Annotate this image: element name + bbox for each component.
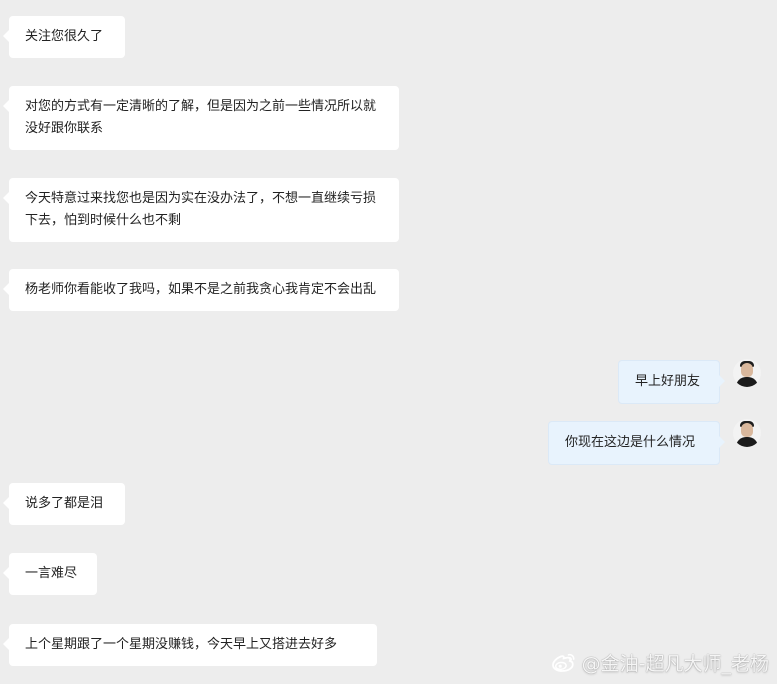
incoming-message-bubble: 今天特意过来找您也是因为实在没办法了，不想一直继续亏损下去，怕到时候什么也不剩 (3, 178, 399, 242)
message-text: 今天特意过来找您也是因为实在没办法了，不想一直继续亏损下去，怕到时候什么也不剩 (25, 191, 377, 228)
message-text: 对您的方式有一定清晰的了解，但是因为之前一些情况所以就没好跟你联系 (25, 99, 377, 136)
outgoing-message-bubble: 你现在这边是什么情况 (548, 421, 725, 465)
message-text: 关注您很久了 (25, 29, 104, 44)
message-text: 说多了都是泪 (25, 496, 104, 511)
message-text: 你现在这边是什么情况 (565, 435, 696, 450)
incoming-message-bubble: 对您的方式有一定清晰的了解，但是因为之前一些情况所以就没好跟你联系 (3, 86, 399, 150)
incoming-message-bubble: 上个星期跟了一个星期没赚钱，今天早上又搭进去好多 (3, 624, 377, 666)
watermark-text: @金油-超凡大师_老杨 (581, 653, 769, 675)
message-text: 上个星期跟了一个星期没赚钱，今天早上又搭进去好多 (25, 637, 338, 652)
weibo-watermark: @金油-超凡大师_老杨 (550, 649, 769, 676)
message-text: 一言难尽 (25, 566, 78, 581)
incoming-message-bubble: 说多了都是泪 (3, 483, 125, 525)
weibo-icon (551, 653, 575, 672)
message-text: 早上好朋友 (635, 374, 701, 389)
message-text: 杨老师你看能收了我吗，如果不是之前我贪心我肯定不会出乱 (25, 282, 377, 297)
avatar[interactable] (733, 359, 761, 387)
avatar[interactable] (733, 419, 761, 447)
incoming-message-bubble: 一言难尽 (3, 553, 97, 595)
incoming-message-bubble: 杨老师你看能收了我吗，如果不是之前我贪心我肯定不会出乱 (3, 269, 399, 311)
outgoing-message-bubble: 早上好朋友 (618, 360, 725, 404)
incoming-message-bubble: 关注您很久了 (3, 16, 125, 58)
